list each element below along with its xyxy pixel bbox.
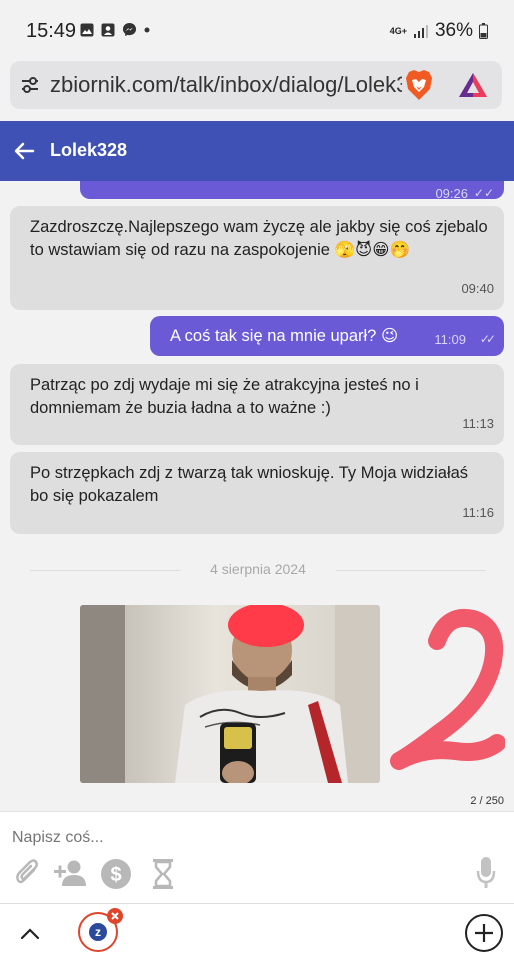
message-time: 09:26 [435,186,468,201]
address-bar[interactable]: zbiornik.com/talk/inbox/dialog/Lolek328 [10,61,502,109]
message-text: Po strzępkach zdj z twarzą tak wnioskuję… [30,464,469,505]
message-outgoing[interactable]: 09:26 ✓✓ [80,181,504,201]
chat-header: Lolek328 [0,121,514,181]
character-counter: 2 / 250 [470,795,504,807]
microphone-icon[interactable] [476,856,496,890]
message-input[interactable] [10,828,414,848]
notification-icons [80,22,150,37]
svg-text:$: $ [110,864,121,886]
tab-favicon-button[interactable]: z [78,908,123,952]
battery-percent: 36% [434,20,473,41]
read-check-icon: ✓✓ [473,186,494,200]
photo-message[interactable] [80,605,380,783]
add-person-icon[interactable] [52,858,88,888]
message-incoming[interactable]: Zazdroszczę.Najlepszego wam życzę ale ja… [10,206,504,310]
new-tab-plus-icon[interactable] [464,913,504,953]
contact-card-icon [101,23,115,36]
message-time: 09:40 [461,281,494,296]
message-time: 11:16 [462,505,494,520]
site-logo-icon: z [89,923,107,941]
svg-text:z: z [95,925,101,939]
handwritten-two-annotation [390,609,505,770]
brave-rewards-icon[interactable] [458,71,488,99]
battery-icon [479,23,488,39]
read-check-icon: ✓✓ [479,332,496,346]
message-incoming[interactable]: Patrząc po zdj wydaje mi się że atrakcyj… [10,364,504,445]
dollar-icon[interactable]: $ [100,858,132,890]
network-label: 4G+ [389,25,407,36]
paperclip-icon[interactable] [14,858,40,888]
date-label: 4 sierpnia 2024 [210,561,306,577]
composer: $ [0,811,514,904]
chevron-up-icon[interactable] [20,926,40,940]
messenger-icon [122,22,137,37]
status-right: 4G+ 36% [390,20,488,42]
url-text[interactable]: zbiornik.com/talk/inbox/dialog/Lolek328 [50,72,402,98]
site-settings-icon[interactable] [19,74,41,96]
message-time: 11:09 [434,332,466,347]
message-text: A coś tak się na mnie uparł? 😉 [170,327,399,345]
message-incoming[interactable]: Po strzępkach zdj z twarzą tak wnioskuję… [10,452,504,534]
back-arrow-icon[interactable] [12,139,36,163]
close-badge-icon[interactable] [107,908,123,924]
brave-lion-icon[interactable] [405,69,433,101]
hourglass-icon[interactable] [150,858,176,890]
message-text: Zazdroszczę.Najlepszego wam życzę ale ja… [30,218,488,259]
signal-icon [413,25,428,38]
date-divider: 4 sierpnia 2024 [30,561,486,581]
gallery-icon [80,23,94,36]
face-redaction-mark [228,605,304,647]
message-list[interactable]: 09:26 ✓✓ Zazdroszczę.Najlepszego wam życ… [0,181,514,811]
contact-name[interactable]: Lolek328 [50,140,127,161]
message-text: Patrząc po zdj wydaje mi się że atrakcyj… [30,376,419,417]
browser-bottom-bar: z [0,903,514,961]
message-time: 11:13 [462,416,494,431]
message-outgoing[interactable]: A coś tak się na mnie uparł? 😉 11:09 ✓✓ [150,316,504,356]
dot-icon [144,27,150,32]
status-time: 15:49 [26,20,77,42]
status-bar: 15:49 4G+ 36% [0,0,514,60]
